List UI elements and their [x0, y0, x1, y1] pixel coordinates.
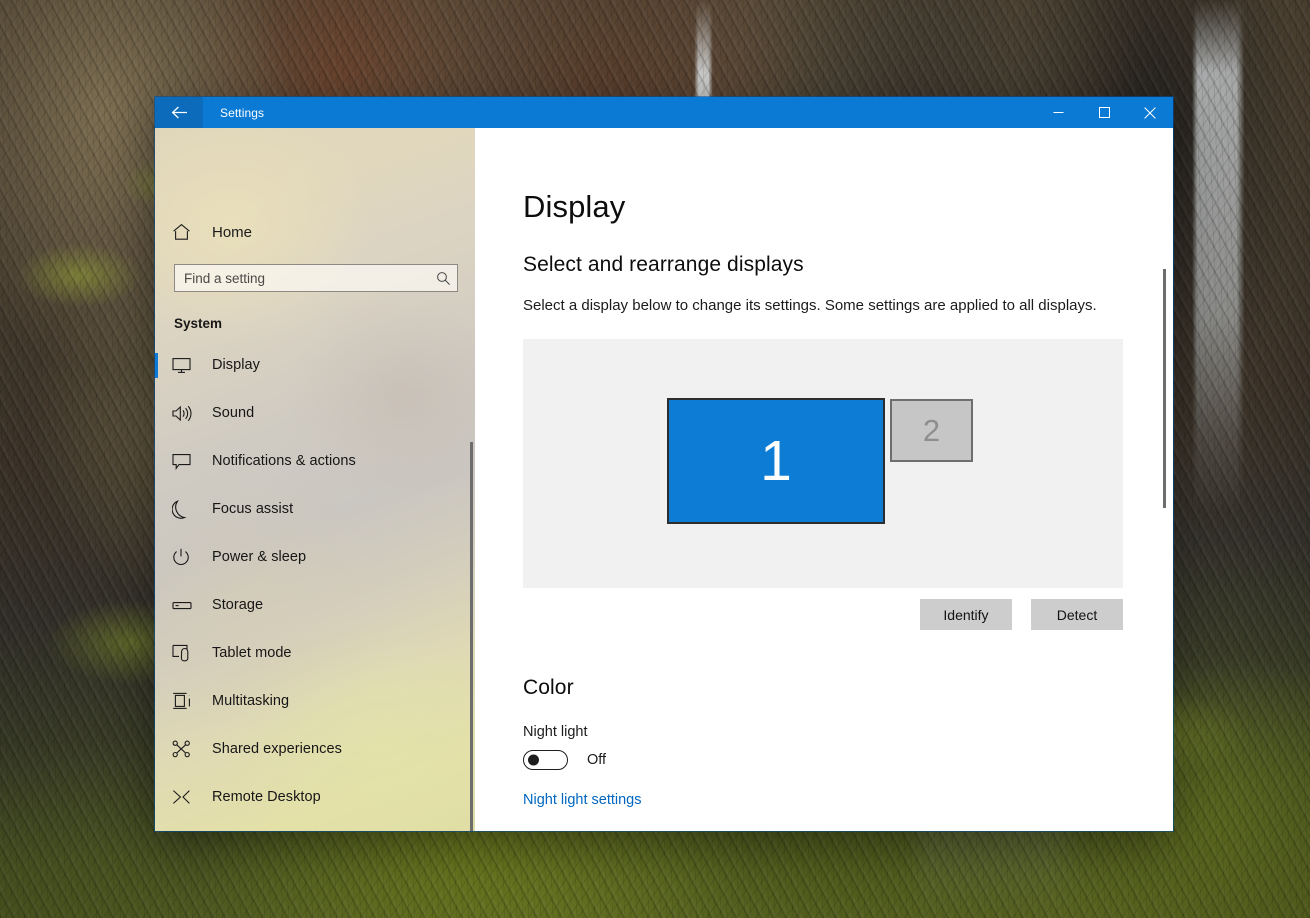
night-light-settings-link[interactable]: Night light settings [523, 792, 641, 808]
sidebar-item-label: Display [212, 357, 260, 373]
color-heading: Color [523, 676, 574, 699]
sidebar-scrollbar-thumb[interactable] [470, 442, 473, 831]
detect-button[interactable]: Detect [1031, 599, 1123, 630]
content-pane: Display Select and rearrange displays Se… [475, 128, 1173, 831]
night-light-toggle[interactable] [523, 750, 568, 770]
share-icon [172, 740, 212, 758]
close-button[interactable] [1127, 97, 1173, 128]
sidebar-item-label: Storage [212, 597, 264, 613]
sidebar-item-label: Notifications & actions [212, 453, 356, 469]
multitasking-icon [172, 692, 212, 710]
sidebar-item-notifications[interactable]: Notifications & actions [155, 437, 475, 485]
sidebar-item-label: Remote Desktop [212, 789, 321, 805]
search-box[interactable] [174, 264, 458, 292]
rearrange-description: Select a display below to change its set… [523, 297, 1097, 314]
window-controls [1035, 97, 1173, 128]
search-icon[interactable] [429, 265, 457, 291]
night-light-state: Off [587, 752, 607, 768]
maximize-button[interactable] [1081, 97, 1127, 128]
sidebar-item-display[interactable]: Display [155, 341, 475, 389]
close-icon [1144, 106, 1156, 119]
night-light-row: Off [523, 750, 1173, 770]
sidebar-item-label: Tablet mode [212, 645, 292, 661]
tablet-icon [172, 644, 212, 662]
sidebar-section-title: System [174, 316, 223, 331]
sidebar-item-multitasking[interactable]: Multitasking [155, 677, 475, 725]
monitor-2[interactable]: 2 [890, 399, 973, 462]
minimize-icon [1053, 107, 1064, 118]
window-title: Settings [220, 105, 265, 120]
display-action-buttons: Identify Detect [523, 599, 1123, 630]
window-body: Home System [155, 128, 1173, 831]
back-arrow-icon [171, 105, 188, 120]
toggle-knob [528, 754, 539, 766]
monitor-icon [172, 357, 212, 374]
content-scrollbar-thumb[interactable] [1163, 269, 1166, 508]
sidebar-item-remote-desktop[interactable]: Remote Desktop [155, 773, 475, 821]
home-icon [172, 223, 212, 241]
rearrange-heading: Select and rearrange displays [523, 253, 804, 276]
sidebar-item-storage[interactable]: Storage [155, 581, 475, 629]
sidebar-item-label: Multitasking [212, 693, 290, 709]
monitor-number: 2 [922, 413, 941, 448]
sidebar-item-label: Focus assist [212, 501, 294, 517]
search-input[interactable] [175, 270, 429, 286]
desktop-wallpaper: Settings Home Find a setting System Disp… [0, 0, 1310, 918]
sidebar-nav-list: Display Sound Notifications & actions Fo… [155, 341, 475, 831]
remote-desktop-icon [172, 789, 212, 805]
maximize-icon [1098, 107, 1110, 118]
sidebar-item-about[interactable]: About [155, 821, 475, 831]
sidebar-item-label: Shared experiences [212, 741, 342, 757]
sidebar-item-shared-experiences[interactable]: Shared experiences [155, 725, 475, 773]
power-icon [172, 548, 212, 566]
sidebar-item-focus-assist[interactable]: Focus assist [155, 485, 475, 533]
sidebar-item-home[interactable]: Home [155, 214, 475, 250]
storage-icon [172, 599, 212, 612]
notification-icon [172, 453, 212, 470]
sidebar-item-tablet-mode[interactable]: Tablet mode [155, 629, 475, 677]
night-light-label: Night light [523, 724, 588, 740]
identify-button[interactable]: Identify [920, 599, 1012, 630]
minimize-button[interactable] [1035, 97, 1081, 128]
page-title: Display [523, 189, 626, 224]
sidebar-item-label: Power & sleep [212, 549, 307, 565]
sidebar-home-label: Home [212, 223, 253, 241]
monitor-number: 1 [760, 428, 792, 493]
display-arrangement-panel[interactable]: 1 2 [523, 339, 1123, 588]
speaker-icon [172, 405, 212, 422]
sidebar-item-sound[interactable]: Sound [155, 389, 475, 437]
moon-icon [172, 499, 212, 519]
title-bar: Settings [155, 97, 1173, 128]
sidebar-item-power-sleep[interactable]: Power & sleep [155, 533, 475, 581]
back-button[interactable] [155, 97, 203, 128]
sidebar-item-label: Sound [212, 405, 255, 421]
monitor-1[interactable]: 1 [667, 398, 885, 524]
settings-window: Settings Home Find a setting System Disp… [155, 97, 1173, 831]
sidebar: Home System [155, 128, 475, 831]
